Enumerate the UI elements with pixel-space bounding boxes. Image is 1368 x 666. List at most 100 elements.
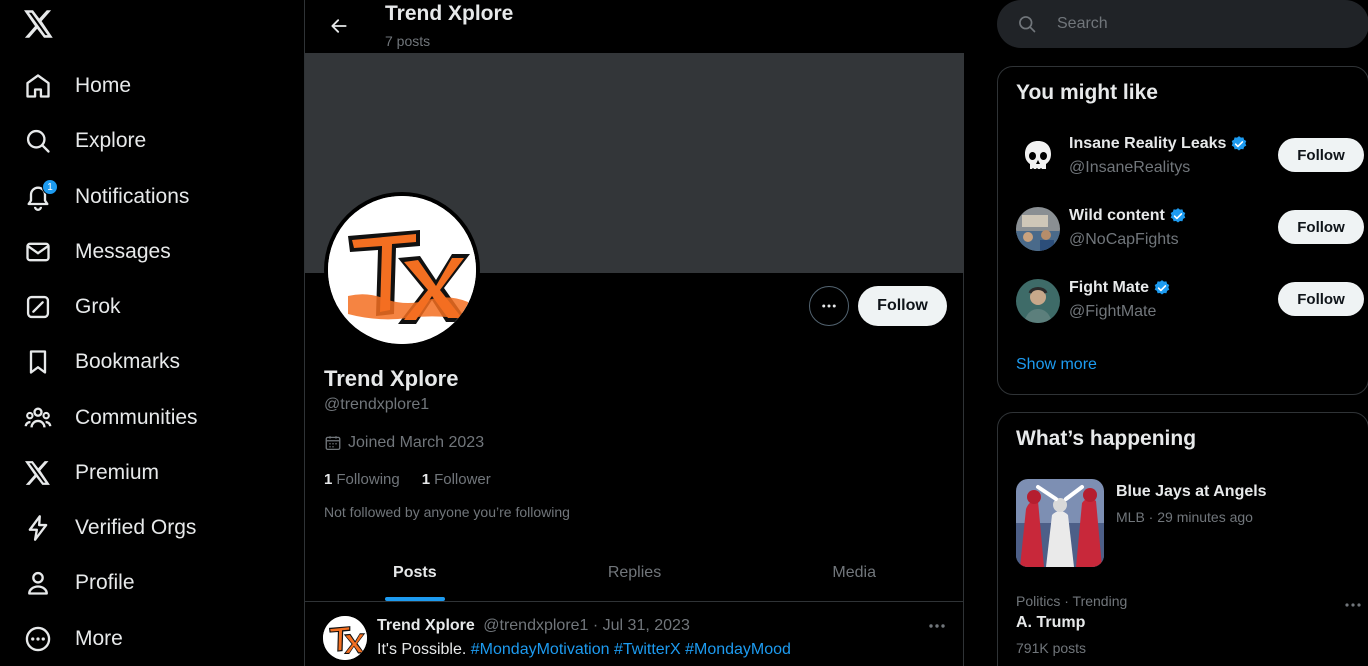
hashtag-link[interactable]: #MondayMotivation xyxy=(471,641,610,658)
search-input[interactable] xyxy=(1057,15,1317,33)
profile-avatar[interactable] xyxy=(324,192,480,348)
calendar-icon xyxy=(324,434,342,452)
ellipsis-icon xyxy=(822,304,836,308)
follow-button[interactable]: Follow xyxy=(1278,282,1364,316)
verified-badge-icon xyxy=(1230,135,1248,153)
hashtag-link[interactable]: #MondayMood xyxy=(685,641,791,658)
envelope-icon xyxy=(24,238,52,266)
nav-profile[interactable]: Profile xyxy=(20,559,139,607)
nav-grok[interactable]: Grok xyxy=(20,283,125,331)
header-title: Trend Xplore xyxy=(385,2,514,25)
header-post-count: 7 posts xyxy=(385,33,431,49)
notification-badge: 1 xyxy=(42,179,58,195)
post-text: It's Possible. #MondayMotivation #Twitte… xyxy=(377,641,791,659)
tab-replies[interactable]: Replies xyxy=(525,544,745,601)
ellipsis-icon xyxy=(1345,603,1361,607)
post-item[interactable]: Trend Xplore @trendxplore1 · Jul 31, 202… xyxy=(305,603,964,666)
nav-messages-label: Messages xyxy=(75,240,171,263)
profile-handle: @trendxplore1 xyxy=(324,396,430,413)
joined-text: Joined March 2023 xyxy=(348,434,485,451)
nav-home-label: Home xyxy=(75,74,132,97)
followers-link[interactable]: 1 Follower xyxy=(422,471,491,488)
who-to-follow-card: You might like Insane Reality Leaks @Ins… xyxy=(997,66,1368,395)
nav-verified-orgs[interactable]: Verified Orgs xyxy=(20,504,200,552)
trend-image[interactable] xyxy=(1016,479,1104,567)
bell-icon: 1 xyxy=(24,179,58,211)
lightning-icon xyxy=(24,514,52,542)
baseball-players-image xyxy=(1016,479,1104,567)
x-logo-icon xyxy=(24,459,52,487)
verified-badge-icon xyxy=(1169,207,1187,225)
suggestion-item[interactable]: Wild content @NoCapFights Follow xyxy=(1016,201,1368,257)
suggestion-handle: @InsaneRealitys xyxy=(1069,159,1191,176)
home-icon xyxy=(24,72,52,100)
tx-logo-image xyxy=(323,616,367,660)
sidebar: Home Explore 1 Notifications Messages Gr… xyxy=(0,0,304,666)
nav-profile-label: Profile xyxy=(75,571,135,594)
nav-explore[interactable]: Explore xyxy=(20,117,150,165)
suggestion-avatar[interactable] xyxy=(1016,135,1060,179)
suggestion-avatar[interactable] xyxy=(1016,207,1060,251)
follow-button[interactable]: Follow xyxy=(1278,210,1364,244)
nav-notifications[interactable]: 1 Notifications xyxy=(20,173,193,221)
back-button[interactable] xyxy=(321,8,357,44)
nav-bookmarks-label: Bookmarks xyxy=(75,350,181,373)
suggestion-name-text: Fight Mate xyxy=(1069,279,1149,296)
trend-more-button[interactable] xyxy=(1342,597,1364,613)
suggestion-name: Fight Mate xyxy=(1069,279,1171,297)
profile-header-bar: Trend Xplore 7 posts xyxy=(305,0,964,53)
nav-more-label: More xyxy=(75,627,123,650)
trend-title[interactable]: Blue Jays at Angels xyxy=(1116,483,1267,501)
suggestion-item[interactable]: Insane Reality Leaks @InsaneRealitys Fol… xyxy=(1016,129,1368,185)
hashtag-link[interactable]: #TwitterX xyxy=(614,641,681,658)
tx-logo-image xyxy=(328,196,476,344)
x-logo-icon[interactable] xyxy=(24,10,56,42)
post-author-name[interactable]: Trend Xplore xyxy=(377,617,475,634)
nav-grok-label: Grok xyxy=(75,295,121,318)
ellipsis-icon xyxy=(929,624,945,628)
post-more-button[interactable] xyxy=(925,617,949,635)
joined-date: Joined March 2023 xyxy=(324,434,484,452)
follow-button[interactable]: Follow xyxy=(1278,138,1364,172)
trend-meta: MLB · 29 minutes ago xyxy=(1116,509,1253,525)
nav-messages[interactable]: Messages xyxy=(20,228,175,276)
profile-more-button[interactable] xyxy=(809,286,849,326)
followers-label: Follower xyxy=(434,471,491,488)
suggestion-name-text: Wild content xyxy=(1069,207,1165,224)
search-bar[interactable] xyxy=(997,0,1368,48)
tab-posts[interactable]: Posts xyxy=(305,544,525,601)
following-label: Following xyxy=(336,471,400,488)
following-link[interactable]: 1 Following xyxy=(324,471,400,488)
nav-bookmarks[interactable]: Bookmarks xyxy=(20,338,184,386)
suggestion-item[interactable]: Fight Mate @FightMate Follow xyxy=(1016,273,1368,329)
followers-count: 1 xyxy=(421,471,431,488)
show-more-link[interactable]: Show more xyxy=(1016,356,1097,374)
nav-home[interactable]: Home xyxy=(20,62,135,110)
more-circle-icon xyxy=(24,625,52,653)
nav-verified-orgs-label: Verified Orgs xyxy=(75,516,197,539)
verified-badge-icon xyxy=(1153,279,1171,297)
fighter-avatar-image xyxy=(1016,279,1060,323)
suggestion-name: Insane Reality Leaks xyxy=(1069,135,1248,153)
trend-category: Politics · Trending xyxy=(1016,593,1128,609)
trend-title[interactable]: A. Trump xyxy=(1016,614,1085,632)
whats-happening-title: What’s happening xyxy=(1016,427,1197,450)
search-icon xyxy=(1017,14,1037,34)
nav-notifications-label: Notifications xyxy=(75,185,190,208)
grok-icon xyxy=(24,293,52,321)
following-count: 1 xyxy=(324,471,333,488)
profile-tabs: Posts Replies Media xyxy=(305,544,964,602)
nav-communities[interactable]: Communities xyxy=(20,394,202,442)
tab-media[interactable]: Media xyxy=(744,544,964,601)
post-avatar[interactable] xyxy=(323,616,367,660)
skull-avatar-image xyxy=(1016,135,1060,179)
suggestion-avatar[interactable] xyxy=(1016,279,1060,323)
nav-explore-label: Explore xyxy=(75,129,147,152)
bookmark-icon xyxy=(24,348,52,376)
nav-premium[interactable]: Premium xyxy=(20,449,163,497)
follow-button[interactable]: Follow xyxy=(858,286,947,326)
nav-communities-label: Communities xyxy=(75,406,198,429)
nav-more[interactable]: More xyxy=(20,615,127,663)
post-header: Trend Xplore @trendxplore1 · Jul 31, 202… xyxy=(377,617,690,635)
nav-premium-label: Premium xyxy=(75,461,160,484)
